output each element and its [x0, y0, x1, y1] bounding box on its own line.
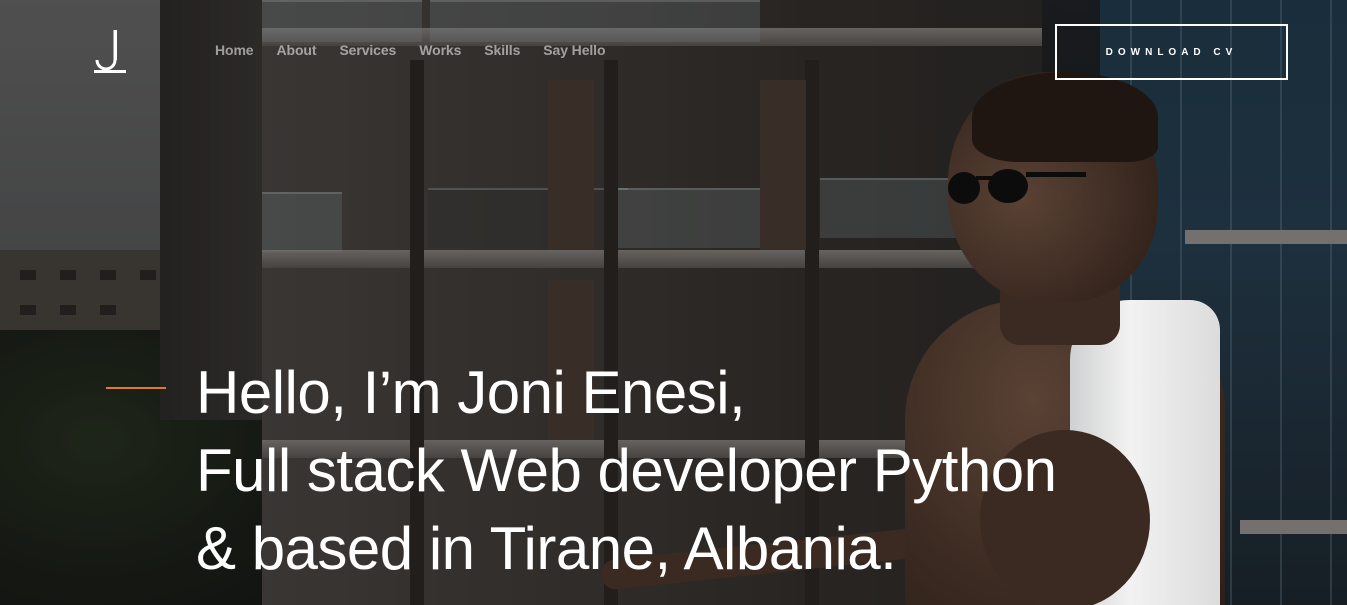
- person-hair: [972, 72, 1158, 162]
- nav-skills[interactable]: Skills: [484, 42, 520, 58]
- nav-home[interactable]: Home: [215, 42, 254, 58]
- hero-section: Home About Services Works Skills Say Hel…: [0, 0, 1347, 605]
- nav-services[interactable]: Services: [339, 42, 396, 58]
- sunglasses: [948, 169, 1086, 204]
- headline-line-1: Hello, I’m Joni Enesi,: [196, 359, 746, 426]
- accent-line: [106, 387, 166, 389]
- logo[interactable]: [92, 28, 128, 78]
- nav-about[interactable]: About: [277, 42, 317, 58]
- headline-line-2: Full stack Web developer Python: [196, 437, 1057, 504]
- download-cv-button[interactable]: DOWNLOAD CV: [1055, 24, 1288, 80]
- headline-line-3: & based in Tirane, Albania.: [196, 515, 897, 582]
- main-nav: Home About Services Works Skills Say Hel…: [215, 42, 628, 58]
- nav-works[interactable]: Works: [419, 42, 461, 58]
- hero-headline: Hello, I’m Joni Enesi, Full stack Web de…: [196, 354, 1057, 588]
- nav-say-hello[interactable]: Say Hello: [543, 42, 605, 58]
- logo-icon: [94, 30, 126, 73]
